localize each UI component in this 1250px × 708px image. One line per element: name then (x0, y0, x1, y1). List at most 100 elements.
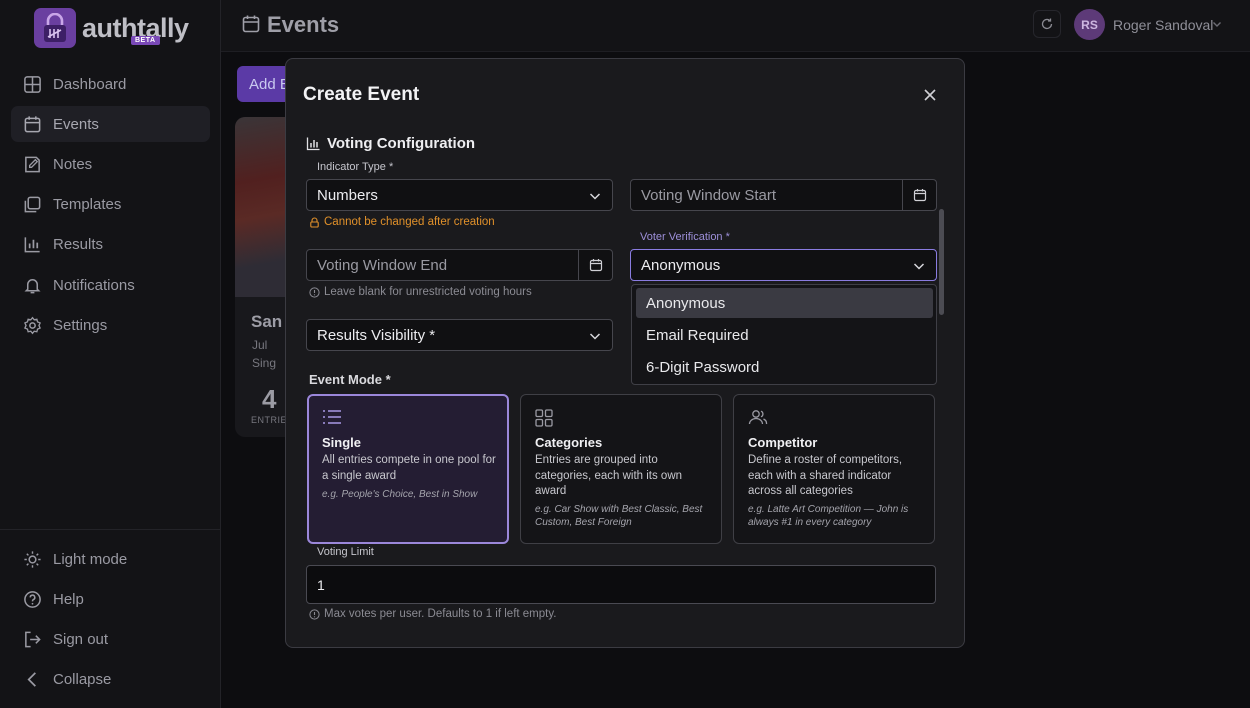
sidebar-item-help[interactable]: Help (11, 581, 210, 617)
warning-text: Cannot be changed after creation (324, 216, 495, 228)
sidebar-item-events[interactable]: Events (11, 106, 210, 142)
voting-window-start-placeholder: Voting Window Start (641, 186, 777, 204)
mode-description: All entries compete in one pool for a si… (322, 454, 496, 482)
event-card-date: Jul (252, 338, 268, 352)
sidebar-item-templates[interactable]: Templates (11, 186, 210, 222)
calendar-icon (242, 15, 260, 33)
help-icon (24, 590, 41, 608)
sidebar-item-settings[interactable]: Settings (11, 307, 210, 343)
calendar-icon (589, 259, 602, 272)
collapse-sidebar-button[interactable]: Collapse (11, 661, 210, 697)
event-mode-categories-card[interactable]: Categories Entries are grouped into cate… (520, 394, 722, 544)
refresh-button[interactable] (1033, 10, 1061, 38)
mode-description: Entries are grouped into categories, eac… (535, 454, 683, 497)
modal-scrollbar[interactable] (939, 209, 944, 315)
sidebar: authtally BETA Dashboard Events Notes Te… (0, 0, 221, 708)
dropdown-option-email-required[interactable]: Email Required (636, 320, 933, 350)
date-picker-button[interactable] (902, 180, 936, 210)
templates-icon (24, 196, 41, 212)
voting-limit-label: Voting Limit (317, 546, 374, 558)
sidebar-item-label: Events (53, 115, 99, 133)
voter-verification-dropdown: Anonymous Email Required 6-Digit Passwor… (631, 284, 937, 385)
indicator-type-label: Indicator Type * (317, 161, 394, 173)
sidebar-divider (0, 529, 221, 530)
sidebar-item-notifications[interactable]: Notifications (11, 267, 210, 303)
user-name[interactable]: Roger Sandoval (1113, 17, 1213, 33)
sidebar-item-label: Templates (53, 195, 122, 213)
hint-text: Max votes per user. Defaults to 1 if lef… (324, 608, 557, 620)
event-mode-competitor-card[interactable]: Competitor Define a roster of competitor… (733, 394, 935, 544)
results-visibility-placeholder: Results Visibility * (317, 326, 436, 344)
close-icon (924, 89, 936, 101)
voting-limit-value: 1 (317, 576, 325, 593)
hint-text: Leave blank for unrestricted voting hour… (324, 286, 532, 298)
voter-verification-select[interactable]: Anonymous (630, 249, 937, 281)
voter-verification-value: Anonymous (641, 256, 721, 274)
modal-title: Create Event (303, 84, 420, 105)
voting-window-start-field[interactable]: Voting Window Start (630, 179, 937, 211)
calendar-icon (24, 115, 41, 132)
voting-limit-input[interactable]: 1 (306, 565, 936, 604)
sidebar-item-label: Collapse (53, 670, 112, 688)
chevron-down-icon (913, 263, 925, 270)
indicator-type-value: Numbers (317, 186, 378, 204)
top-header: Events RS Roger Sandoval (221, 0, 1250, 52)
beta-badge: BETA (131, 36, 160, 45)
light-mode-toggle[interactable]: Light mode (11, 541, 210, 577)
sidebar-item-label: Results (53, 235, 104, 253)
sidebar-item-label: Dashboard (53, 75, 127, 93)
bell-icon (24, 278, 41, 293)
sidebar-item-notes[interactable]: Notes (11, 146, 210, 182)
mode-description: Define a roster of competitors, each wit… (748, 454, 903, 497)
sidebar-item-label: Sign out (53, 630, 109, 648)
sidebar-item-label: Help (53, 590, 84, 608)
grid-icon (24, 75, 41, 93)
mode-title: Competitor (748, 435, 818, 450)
gear-icon (24, 316, 41, 334)
event-mode-label: Event Mode * (309, 372, 391, 387)
lock-logo-icon (34, 8, 76, 48)
sidebar-item-label: Notes (53, 155, 93, 173)
sign-out-button[interactable]: Sign out (11, 621, 210, 657)
bar-chart-icon (24, 236, 40, 252)
grid-icon (535, 409, 553, 427)
sidebar-item-dashboard[interactable]: Dashboard (11, 66, 210, 102)
app-logo[interactable]: authtally (34, 8, 189, 48)
voting-limit-hint: Max votes per user. Defaults to 1 if lef… (309, 608, 556, 620)
dropdown-option-anonymous[interactable]: Anonymous (636, 288, 933, 318)
lock-icon (310, 216, 319, 228)
note-icon (25, 156, 40, 172)
sun-icon (24, 550, 41, 568)
sidebar-item-label: Notifications (53, 276, 135, 294)
page-title: Events (267, 12, 340, 37)
mode-example: e.g. Latte Art Competition — John is alw… (748, 504, 909, 528)
mode-example: e.g. Car Show with Best Classic, Best Cu… (535, 504, 703, 528)
voting-window-end-hint: Leave blank for unrestricted voting hour… (309, 286, 532, 298)
create-event-modal: Create Event Voting Configuration Indica… (285, 58, 965, 648)
results-visibility-select[interactable]: Results Visibility * (306, 319, 613, 351)
sidebar-item-label: Light mode (53, 550, 128, 568)
mode-title: Single (322, 435, 362, 450)
mode-title: Categories (535, 435, 603, 450)
chevron-down-icon (589, 193, 601, 200)
chevron-down-icon[interactable] (1211, 18, 1223, 30)
date-picker-button[interactable] (578, 250, 612, 280)
list-icon (323, 410, 341, 424)
users-icon (748, 410, 768, 425)
mode-example: e.g. People's Choice, Best in Show (322, 489, 478, 500)
dropdown-option-6-digit-password[interactable]: 6-Digit Password (636, 352, 933, 382)
voter-verification-label: Voter Verification * (640, 231, 730, 243)
refresh-icon (1041, 18, 1053, 30)
voting-window-end-placeholder: Voting Window End (317, 256, 448, 274)
event-mode-single-card[interactable]: Single All entries compete in one pool f… (307, 394, 509, 544)
sidebar-item-results[interactable]: Results (11, 226, 210, 262)
info-icon (309, 286, 320, 298)
voting-window-end-field[interactable]: Voting Window End (306, 249, 613, 281)
section-title: Voting Configuration (327, 135, 476, 152)
bar-chart-icon (306, 137, 320, 151)
event-card-count: 4 (262, 384, 277, 414)
sidebar-item-label: Settings (53, 316, 108, 334)
close-button[interactable] (920, 85, 940, 105)
avatar[interactable]: RS (1074, 9, 1105, 40)
indicator-type-select[interactable]: Numbers (306, 179, 613, 211)
